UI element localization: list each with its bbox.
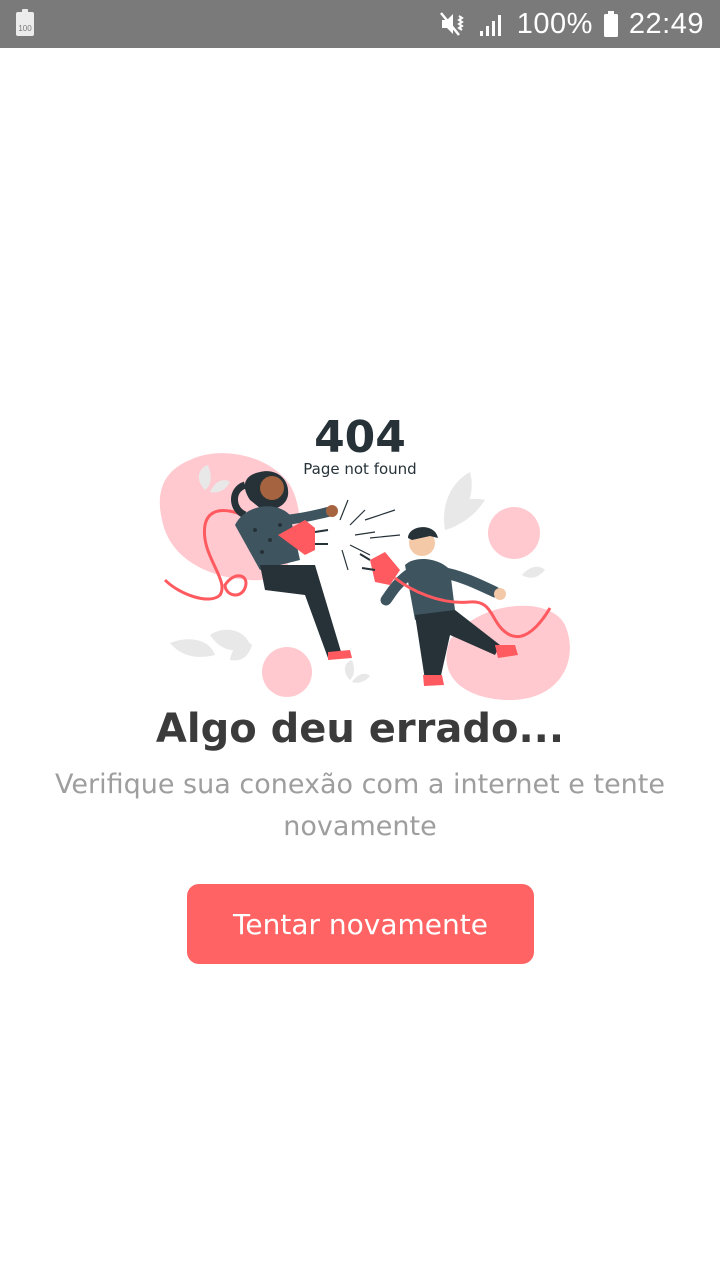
plug-right — [359, 552, 400, 585]
error-screen: 404 Page not found Algo deu errado... Ve… — [0, 48, 720, 1280]
battery-saver-icon: 100 — [16, 9, 34, 36]
status-bar-right: 100% 22:49 — [439, 8, 704, 41]
signal-icon — [479, 15, 501, 36]
pink-blob — [262, 647, 312, 697]
battery-icon — [603, 11, 618, 37]
error-title: Algo deu errado... — [155, 706, 565, 752]
battery-percent: 100% — [516, 7, 593, 40]
error-caption: Page not found — [303, 460, 416, 478]
error-code: 404 — [314, 412, 406, 463]
mute-vibrate-icon — [439, 12, 464, 36]
pink-blob — [488, 507, 540, 559]
clock: 22:49 — [628, 7, 704, 40]
cable-left-loop — [223, 574, 248, 597]
battery-badge-text: 100 — [18, 24, 32, 33]
status-bar-left: 100 — [16, 9, 34, 36]
retry-button[interactable]: Tentar novamente — [187, 884, 534, 964]
error-message: Verifique sua conexão com a internet e t… — [55, 769, 665, 842]
page-not-found-illustration: 404 Page not found — [159, 412, 570, 700]
status-bar: 100 100% 22:49 — [0, 0, 720, 48]
